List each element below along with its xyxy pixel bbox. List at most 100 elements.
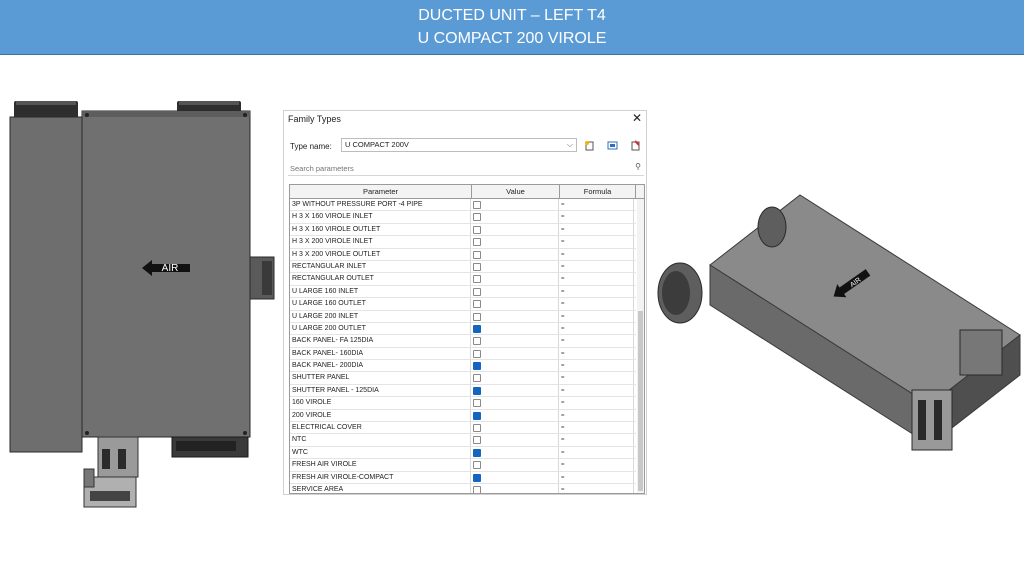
table-row[interactable]: U LARGE 160 OUTLET = — [290, 298, 636, 311]
ducted-unit-isometric-view: AIR — [657, 194, 1021, 451]
parameter-name: NTC — [292, 436, 307, 444]
value-checkbox[interactable] — [473, 312, 481, 321]
value-checkbox[interactable] — [473, 473, 481, 482]
delete-type-icon[interactable] — [630, 140, 641, 151]
value-checkbox[interactable] — [473, 262, 481, 271]
table-row[interactable]: NTC = — [290, 434, 636, 447]
formula-cell[interactable]: = — [561, 261, 565, 273]
chevron-down-icon: ⌵ — [566, 140, 573, 149]
rename-type-icon[interactable] — [607, 140, 618, 151]
value-checkbox[interactable] — [473, 300, 481, 309]
formula-cell[interactable]: = — [561, 286, 565, 298]
formula-cell[interactable]: = — [561, 298, 565, 310]
value-checkbox[interactable] — [473, 448, 481, 457]
parameter-name: 160 VIROLE — [292, 399, 332, 407]
table-row[interactable]: FRESH AIR VIROLE = — [290, 459, 636, 472]
formula-cell[interactable]: = — [561, 311, 565, 323]
formula-cell[interactable]: = — [561, 434, 565, 446]
value-checkbox[interactable] — [473, 213, 481, 222]
column-header-parameter[interactable]: Parameter — [290, 185, 472, 198]
ducted-unit-top-view: AIR — [9, 101, 275, 508]
formula-cell[interactable]: = — [561, 472, 565, 484]
formula-cell[interactable]: = — [561, 199, 565, 211]
column-header-value[interactable]: Value — [472, 185, 560, 198]
table-row[interactable]: BACK PANEL- 160DIA = — [290, 347, 636, 361]
scrollbar-thumb[interactable] — [638, 311, 643, 491]
formula-cell[interactable]: = — [561, 211, 565, 223]
value-checkbox[interactable] — [473, 225, 481, 234]
parameter-name: U LARGE 160 OUTLET — [292, 300, 366, 308]
value-checkbox[interactable] — [473, 337, 481, 346]
formula-cell[interactable]: = — [561, 372, 565, 384]
parameter-name: BACK PANEL- FA 125DIA — [292, 337, 374, 345]
parameter-name: H 3 X 200 VIROLE INLET — [292, 238, 373, 246]
value-checkbox[interactable] — [473, 399, 481, 408]
value-checkbox[interactable] — [473, 424, 481, 433]
formula-cell[interactable]: = — [561, 397, 565, 409]
value-checkbox[interactable] — [473, 362, 481, 371]
table-row[interactable]: RECTANGULAR OUTLET = — [290, 273, 636, 286]
table-row[interactable]: 3P WITHOUT PRESSURE PORT -4 PIPE = — [290, 199, 636, 212]
formula-cell[interactable]: = — [561, 459, 565, 471]
parameter-name: FRESH AIR VIROLE — [292, 461, 357, 469]
table-row[interactable]: 200 VIROLE = — [290, 409, 636, 423]
formula-cell[interactable]: = — [561, 410, 565, 422]
value-checkbox[interactable] — [473, 386, 481, 395]
value-checkbox[interactable] — [473, 374, 481, 383]
formula-cell[interactable]: = — [561, 422, 565, 434]
new-type-icon[interactable] — [584, 140, 595, 151]
vertical-scrollbar[interactable] — [637, 199, 644, 493]
formula-cell[interactable]: = — [561, 447, 565, 459]
table-row[interactable]: U LARGE 160 INLET = — [290, 285, 636, 299]
type-name-select[interactable]: U COMPACT 200V ⌵ — [341, 138, 577, 152]
close-icon[interactable]: ✕ — [632, 112, 642, 124]
table-row[interactable]: BACK PANEL- 200DIA = — [290, 360, 636, 373]
column-header-formula[interactable]: Formula — [560, 185, 636, 198]
value-checkbox[interactable] — [473, 349, 481, 358]
formula-cell[interactable]: = — [561, 273, 565, 285]
value-checkbox[interactable] — [473, 250, 481, 259]
family-types-dialog: Family Types ✕ Type name: U COMPACT 200V… — [283, 110, 647, 495]
formula-cell[interactable]: = — [561, 348, 565, 360]
table-row[interactable]: SHUTTER PANEL - 125DIA = — [290, 384, 636, 398]
table-row[interactable]: WTC = — [290, 446, 636, 460]
table-row[interactable]: RECTANGULAR INLET = — [290, 260, 636, 274]
value-checkbox[interactable] — [473, 461, 481, 470]
table-row[interactable]: H 3 X 200 VIROLE OUTLET = — [290, 248, 636, 261]
air-arrow-label-left: AIR — [162, 263, 179, 274]
value-checkbox[interactable] — [473, 275, 481, 284]
dialog-title: Family Types — [288, 114, 341, 124]
formula-cell[interactable]: = — [561, 484, 565, 493]
value-checkbox[interactable] — [473, 485, 481, 493]
table-row[interactable]: SHUTTER PANEL = — [290, 372, 636, 385]
formula-cell[interactable]: = — [561, 360, 565, 372]
value-checkbox[interactable] — [473, 411, 481, 420]
value-checkbox[interactable] — [473, 287, 481, 296]
table-row[interactable]: SERVICE AREA = — [290, 483, 636, 493]
table-row[interactable]: H 3 X 160 VIROLE OUTLET = — [290, 223, 636, 237]
table-row[interactable]: FRESH AIR VIROLE-COMPACT = — [290, 471, 636, 484]
search-icon[interactable]: ⚲ — [635, 162, 641, 171]
formula-cell[interactable]: = — [561, 224, 565, 236]
search-input[interactable] — [290, 162, 620, 174]
value-checkbox[interactable] — [473, 324, 481, 333]
formula-cell[interactable]: = — [561, 323, 565, 335]
table-row[interactable]: ELECTRICAL COVER = — [290, 422, 636, 435]
table-row[interactable]: BACK PANEL- FA 125DIA = — [290, 335, 636, 348]
table-row[interactable]: H 3 X 160 VIROLE INLET = — [290, 211, 636, 224]
value-checkbox[interactable] — [473, 238, 481, 247]
value-checkbox[interactable] — [473, 436, 481, 445]
parameter-name: SHUTTER PANEL - 125DIA — [292, 386, 379, 394]
parameter-name: H 3 X 160 VIROLE OUTLET — [292, 225, 381, 233]
formula-cell[interactable]: = — [561, 385, 565, 397]
table-row[interactable]: H 3 X 200 VIROLE INLET = — [290, 236, 636, 249]
table-row[interactable]: U LARGE 200 INLET = — [290, 310, 636, 323]
table-row[interactable]: 160 VIROLE = — [290, 397, 636, 410]
formula-cell[interactable]: = — [561, 236, 565, 248]
parameter-name: WTC — [292, 448, 308, 456]
value-checkbox[interactable] — [473, 201, 481, 209]
parameter-name: RECTANGULAR OUTLET — [292, 275, 374, 283]
formula-cell[interactable]: = — [561, 249, 565, 261]
table-row[interactable]: U LARGE 200 OUTLET = — [290, 322, 636, 336]
formula-cell[interactable]: = — [561, 335, 565, 347]
